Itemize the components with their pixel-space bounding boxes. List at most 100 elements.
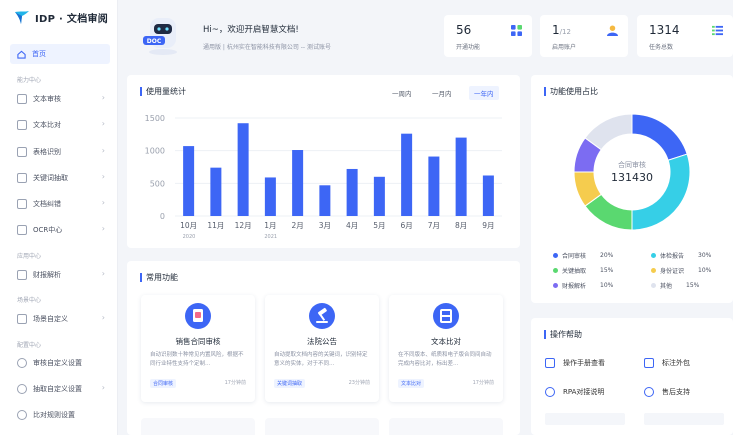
function-desc: 自动提取文档内容的关键词，识别特定意义的实体，对于不同… <box>274 352 368 367</box>
scan-icon <box>17 225 27 235</box>
sidebar-item-text-compare[interactable]: 文本比对 › <box>17 118 107 132</box>
stat-label: 开通功能 <box>456 44 481 51</box>
help-item-label: 售后支持 <box>662 388 690 396</box>
bar[interactable] <box>346 168 358 216</box>
edit-icon <box>644 358 654 368</box>
function-time: 17分钟前 <box>224 380 246 386</box>
bar[interactable] <box>401 133 413 216</box>
sidebar-item-compare-rules[interactable]: 比对规则设置 <box>17 408 107 422</box>
sidebar-item-scene-custom[interactable]: 场景自定义 › <box>17 312 107 326</box>
chevron-right-icon: › <box>101 224 105 233</box>
bar[interactable] <box>482 175 494 216</box>
help-item-support[interactable]: 售后支持 <box>644 387 690 397</box>
function-card-sales-contract[interactable]: 销售合同审核 自动识别数十种常见内置风险，根据不同行业特性支持个定制… 合同审核… <box>141 295 255 402</box>
y-tick-label: 1500 <box>145 114 165 123</box>
extract-icon <box>17 173 27 183</box>
sidebar-item-label: 文档纠错 <box>33 200 61 208</box>
stat-card-accounts[interactable]: 1/12 启用账户 <box>540 15 628 57</box>
sidebar-item-ocr[interactable]: OCR中心 › <box>17 223 107 237</box>
brand[interactable]: IDP · 文档审阅 <box>14 9 108 25</box>
sidebar-item-financial-report[interactable]: 财报解析 › <box>17 268 107 282</box>
sidebar-item-label: 表格识别 <box>33 148 61 156</box>
function-tag: 文本比对 <box>398 379 425 388</box>
section-application: 应用中心 <box>17 253 42 260</box>
common-title: 常用功能 <box>140 273 178 282</box>
robot-icon <box>545 387 555 397</box>
bar[interactable] <box>319 185 331 216</box>
contract-icon <box>185 303 211 329</box>
logo-icon <box>15 11 29 24</box>
feature-usage-card: 功能使用占比 合同审核 131430 合同审核 20% 体检报告 30% 关键抽取 15% 身… <box>531 75 733 303</box>
legend-item[interactable]: 财报解析 10% <box>553 281 613 290</box>
function-title: 文本比对 <box>431 337 461 346</box>
function-tag: 关键词抽取 <box>274 379 306 388</box>
sidebar-item-home[interactable]: 首页 <box>10 44 110 64</box>
stat-value: 1 <box>552 23 560 37</box>
bar[interactable] <box>373 176 385 216</box>
legend-percent: 15% <box>600 267 614 274</box>
legend-dot <box>651 253 656 258</box>
account-info: 通用版 | 杭州实在智能科技有限公司 -- 测试账号 <box>203 44 331 51</box>
legend-percent: 10% <box>698 267 712 274</box>
support-icon <box>644 387 654 397</box>
function-title: 法院公告 <box>307 337 337 346</box>
sidebar-item-text-review[interactable]: 文本审核 › <box>17 92 107 106</box>
sidebar-item-table-recognition[interactable]: 表格识别 › <box>17 145 107 159</box>
year-label: 2021 <box>264 234 277 240</box>
sidebar-item-extract-settings[interactable]: 抽取自定义设置 › <box>17 382 107 396</box>
gavel-icon <box>309 303 335 329</box>
document-icon <box>17 94 27 104</box>
function-card-court-notice[interactable]: 法院公告 自动提取文档内容的关键词，识别特定意义的实体，对于不同… 关键词抽取 … <box>265 295 379 402</box>
chevron-right-icon: › <box>101 269 105 278</box>
function-card-text-compare[interactable]: 文本比对 在不同版本、纸质和电子版合同间自动完成内容比对，标出差… 文本比对 1… <box>389 295 503 402</box>
x-tick-label: 11月 <box>207 221 224 230</box>
bar[interactable] <box>210 167 222 216</box>
legend-item[interactable]: 体检报告 30% <box>651 251 711 260</box>
legend-percent: 10% <box>600 282 614 289</box>
legend-label: 身份证识 <box>660 268 685 275</box>
bar[interactable] <box>428 156 440 216</box>
legend-label: 关键抽取 <box>562 268 587 275</box>
legend-item[interactable]: 身份证识 10% <box>651 266 711 275</box>
legend-item[interactable]: 合同审核 20% <box>553 251 613 260</box>
legend-item[interactable]: 关键抽取 15% <box>553 266 613 275</box>
help-item-manual[interactable]: 操作手册查看 <box>545 358 605 368</box>
legend-label: 合同审核 <box>562 253 587 260</box>
x-tick-label: 2月 <box>291 221 303 230</box>
bar[interactable] <box>292 150 304 216</box>
legend-label: 其他 <box>660 283 673 290</box>
legend-item[interactable]: 其他 15% <box>651 281 699 290</box>
grid-icon <box>511 25 522 36</box>
help-item-rpa[interactable]: RPA对接说明 <box>545 387 604 397</box>
sidebar-item-keyword-extract[interactable]: 关键词抽取 › <box>17 171 107 185</box>
settings-icon <box>17 358 27 368</box>
chevron-right-icon: › <box>101 383 105 392</box>
function-card-placeholder <box>141 418 255 435</box>
x-tick-label: 3月 <box>319 221 331 230</box>
sidebar-item-review-settings[interactable]: 审核自定义设置 <box>17 356 107 370</box>
x-tick-label: 5月 <box>373 221 385 230</box>
legend-label: 财报解析 <box>562 283 587 290</box>
help-item-outsourcing[interactable]: 标注外包 <box>644 358 690 368</box>
bar[interactable] <box>183 146 195 216</box>
help-item-placeholder <box>545 413 625 425</box>
sidebar: IDP · 文档审阅 首页 能力中心 文本审核 › 文本比对 › 表格识别 › 关键词… <box>0 0 118 435</box>
bar[interactable] <box>237 123 249 216</box>
sidebar-item-label: 审核自定义设置 <box>33 359 82 367</box>
legend-dot <box>553 253 558 258</box>
y-tick-label: 1000 <box>145 147 165 156</box>
stat-card-features[interactable]: 56 开通功能 <box>444 15 532 57</box>
chevron-right-icon: › <box>101 146 105 155</box>
function-desc: 自动识别数十种常见内置风险，根据不同行业特性支持个定制… <box>150 352 244 367</box>
compare-icon <box>17 120 27 130</box>
stat-value: 56 <box>456 23 472 37</box>
legend-dot <box>553 283 558 288</box>
stat-label: 启用账户 <box>552 44 577 51</box>
sidebar-item-label: 首页 <box>32 50 46 58</box>
sidebar-item-doc-correction[interactable]: 文档纠错 › <box>17 197 107 211</box>
bar[interactable] <box>264 177 276 216</box>
list-icon <box>712 25 723 36</box>
legend-percent: 20% <box>600 252 614 259</box>
stat-card-tasks[interactable]: 1314 任务总数 <box>637 15 733 57</box>
bar[interactable] <box>455 137 467 216</box>
